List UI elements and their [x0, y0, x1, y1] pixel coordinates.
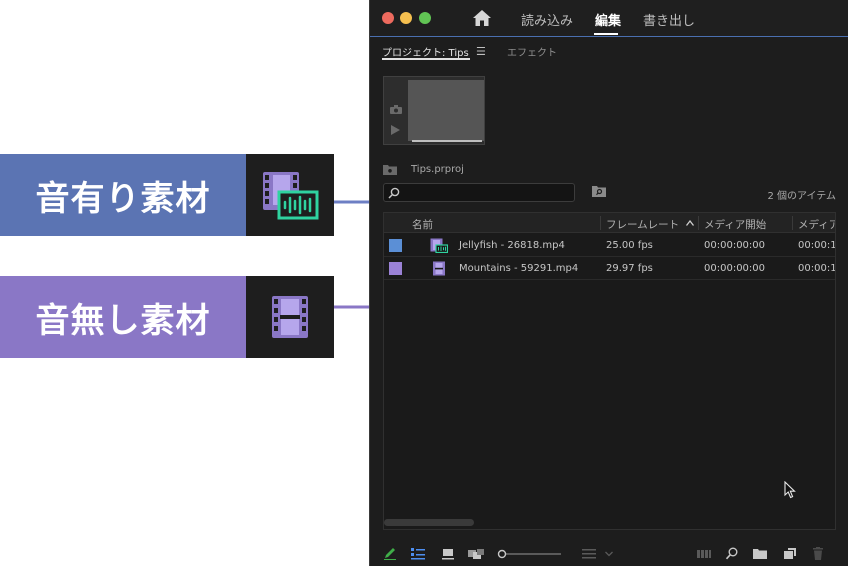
- search-input[interactable]: [383, 183, 575, 202]
- sort-menu-icon[interactable]: [582, 547, 596, 560]
- list-view-icon[interactable]: [411, 547, 425, 560]
- active-tab-indicator: [594, 33, 618, 35]
- column-header-name[interactable]: 名前: [412, 217, 433, 232]
- label-color-swatch[interactable]: [389, 239, 402, 252]
- project-list: 名前 フレームレート メディア開始 メディア Jellyfish - 26818…: [383, 212, 836, 530]
- panel-menu-icon[interactable]: ☰: [476, 45, 486, 58]
- callout-with-audio-iconbox: [246, 154, 334, 236]
- zoom-slider[interactable]: [497, 549, 563, 559]
- icon-view-icon[interactable]: [441, 547, 455, 560]
- project-file-name: Tips.prproj: [411, 163, 464, 175]
- pencil-icon[interactable]: [383, 547, 397, 560]
- new-search-bin-icon[interactable]: [592, 185, 606, 197]
- video-clip-icon: [272, 296, 308, 338]
- chevron-down-icon[interactable]: [604, 547, 614, 560]
- column-header-media[interactable]: メディア: [798, 217, 835, 232]
- mouse-cursor-icon: [784, 481, 796, 499]
- clip-framerate: 25.00 fps: [606, 240, 653, 251]
- table-row[interactable]: Jellyfish - 26818.mp4 25.00 fps 00:00:00…: [384, 234, 836, 257]
- camera-icon: [390, 105, 402, 114]
- label-color-swatch[interactable]: [389, 262, 402, 275]
- video-audio-clip-icon: [263, 172, 319, 220]
- clip-name: Jellyfish - 26818.mp4: [459, 240, 565, 251]
- close-window-button[interactable]: [382, 12, 394, 24]
- premiere-rush-window: 読み込み 編集 書き出し プロジェクト: Tips エフェクト ☰ Tips.p…: [369, 0, 848, 566]
- search-icon: [388, 187, 400, 199]
- column-divider[interactable]: [698, 216, 699, 230]
- bottom-toolbar: [370, 540, 848, 566]
- home-icon[interactable]: [472, 9, 492, 27]
- horizontal-scrollbar[interactable]: [384, 519, 474, 526]
- sort-ascending-icon[interactable]: [686, 220, 694, 226]
- automate-to-sequence-icon[interactable]: [697, 547, 711, 560]
- video-audio-clip-icon: [430, 238, 448, 253]
- clip-name: Mountains - 59291.mp4: [459, 263, 579, 274]
- column-header-framerate[interactable]: フレームレート: [606, 217, 679, 232]
- titlebar: 読み込み 編集 書き出し: [370, 0, 848, 37]
- list-header: 名前 フレームレート メディア開始 メディア: [384, 213, 835, 233]
- tab-effects[interactable]: エフェクト: [507, 44, 557, 59]
- maximize-window-button[interactable]: [419, 12, 431, 24]
- callout-with-audio: 音有り素材: [0, 154, 334, 236]
- thumbnail-preview: [408, 80, 484, 141]
- thumbnail-scrub-bar[interactable]: [412, 140, 482, 142]
- clip-media: 00:00:16: [798, 240, 836, 251]
- callout-without-audio-label: 音無し素材: [0, 276, 246, 358]
- project-tab-indicator: [382, 58, 470, 60]
- project-thumbnail[interactable]: [383, 76, 485, 145]
- minimize-window-button[interactable]: [400, 12, 412, 24]
- freeform-view-icon[interactable]: [467, 547, 485, 560]
- item-count: 2 個のアイテム: [767, 191, 836, 202]
- column-divider[interactable]: [600, 216, 601, 230]
- column-divider[interactable]: [792, 216, 793, 230]
- tab-project[interactable]: プロジェクト: Tips: [382, 44, 469, 59]
- project-file-row: Tips.prproj: [383, 162, 464, 176]
- clip-media-start: 00:00:00:00: [704, 263, 766, 274]
- tab-edit[interactable]: 編集: [595, 10, 621, 29]
- clip-media-start: 00:00:00:00: [704, 240, 766, 251]
- new-bin-icon[interactable]: [753, 547, 767, 560]
- callout-without-audio: 音無し素材: [0, 276, 334, 358]
- play-icon[interactable]: [390, 125, 400, 135]
- callout-without-audio-iconbox: [246, 276, 334, 358]
- find-icon[interactable]: [725, 547, 739, 560]
- column-header-media-start[interactable]: メディア開始: [704, 217, 766, 232]
- clip-framerate: 29.97 fps: [606, 263, 653, 274]
- video-clip-icon: [433, 261, 445, 276]
- trash-icon[interactable]: [811, 547, 825, 560]
- clip-media: 00:00:18: [798, 263, 836, 274]
- tab-export[interactable]: 書き出し: [643, 10, 695, 29]
- project-folder-icon: [383, 164, 397, 175]
- callout-with-audio-label: 音有り素材: [0, 154, 246, 236]
- new-item-icon[interactable]: [783, 547, 797, 560]
- table-row[interactable]: Mountains - 59291.mp4 29.97 fps 00:00:00…: [384, 257, 836, 280]
- tab-import[interactable]: 読み込み: [521, 10, 573, 29]
